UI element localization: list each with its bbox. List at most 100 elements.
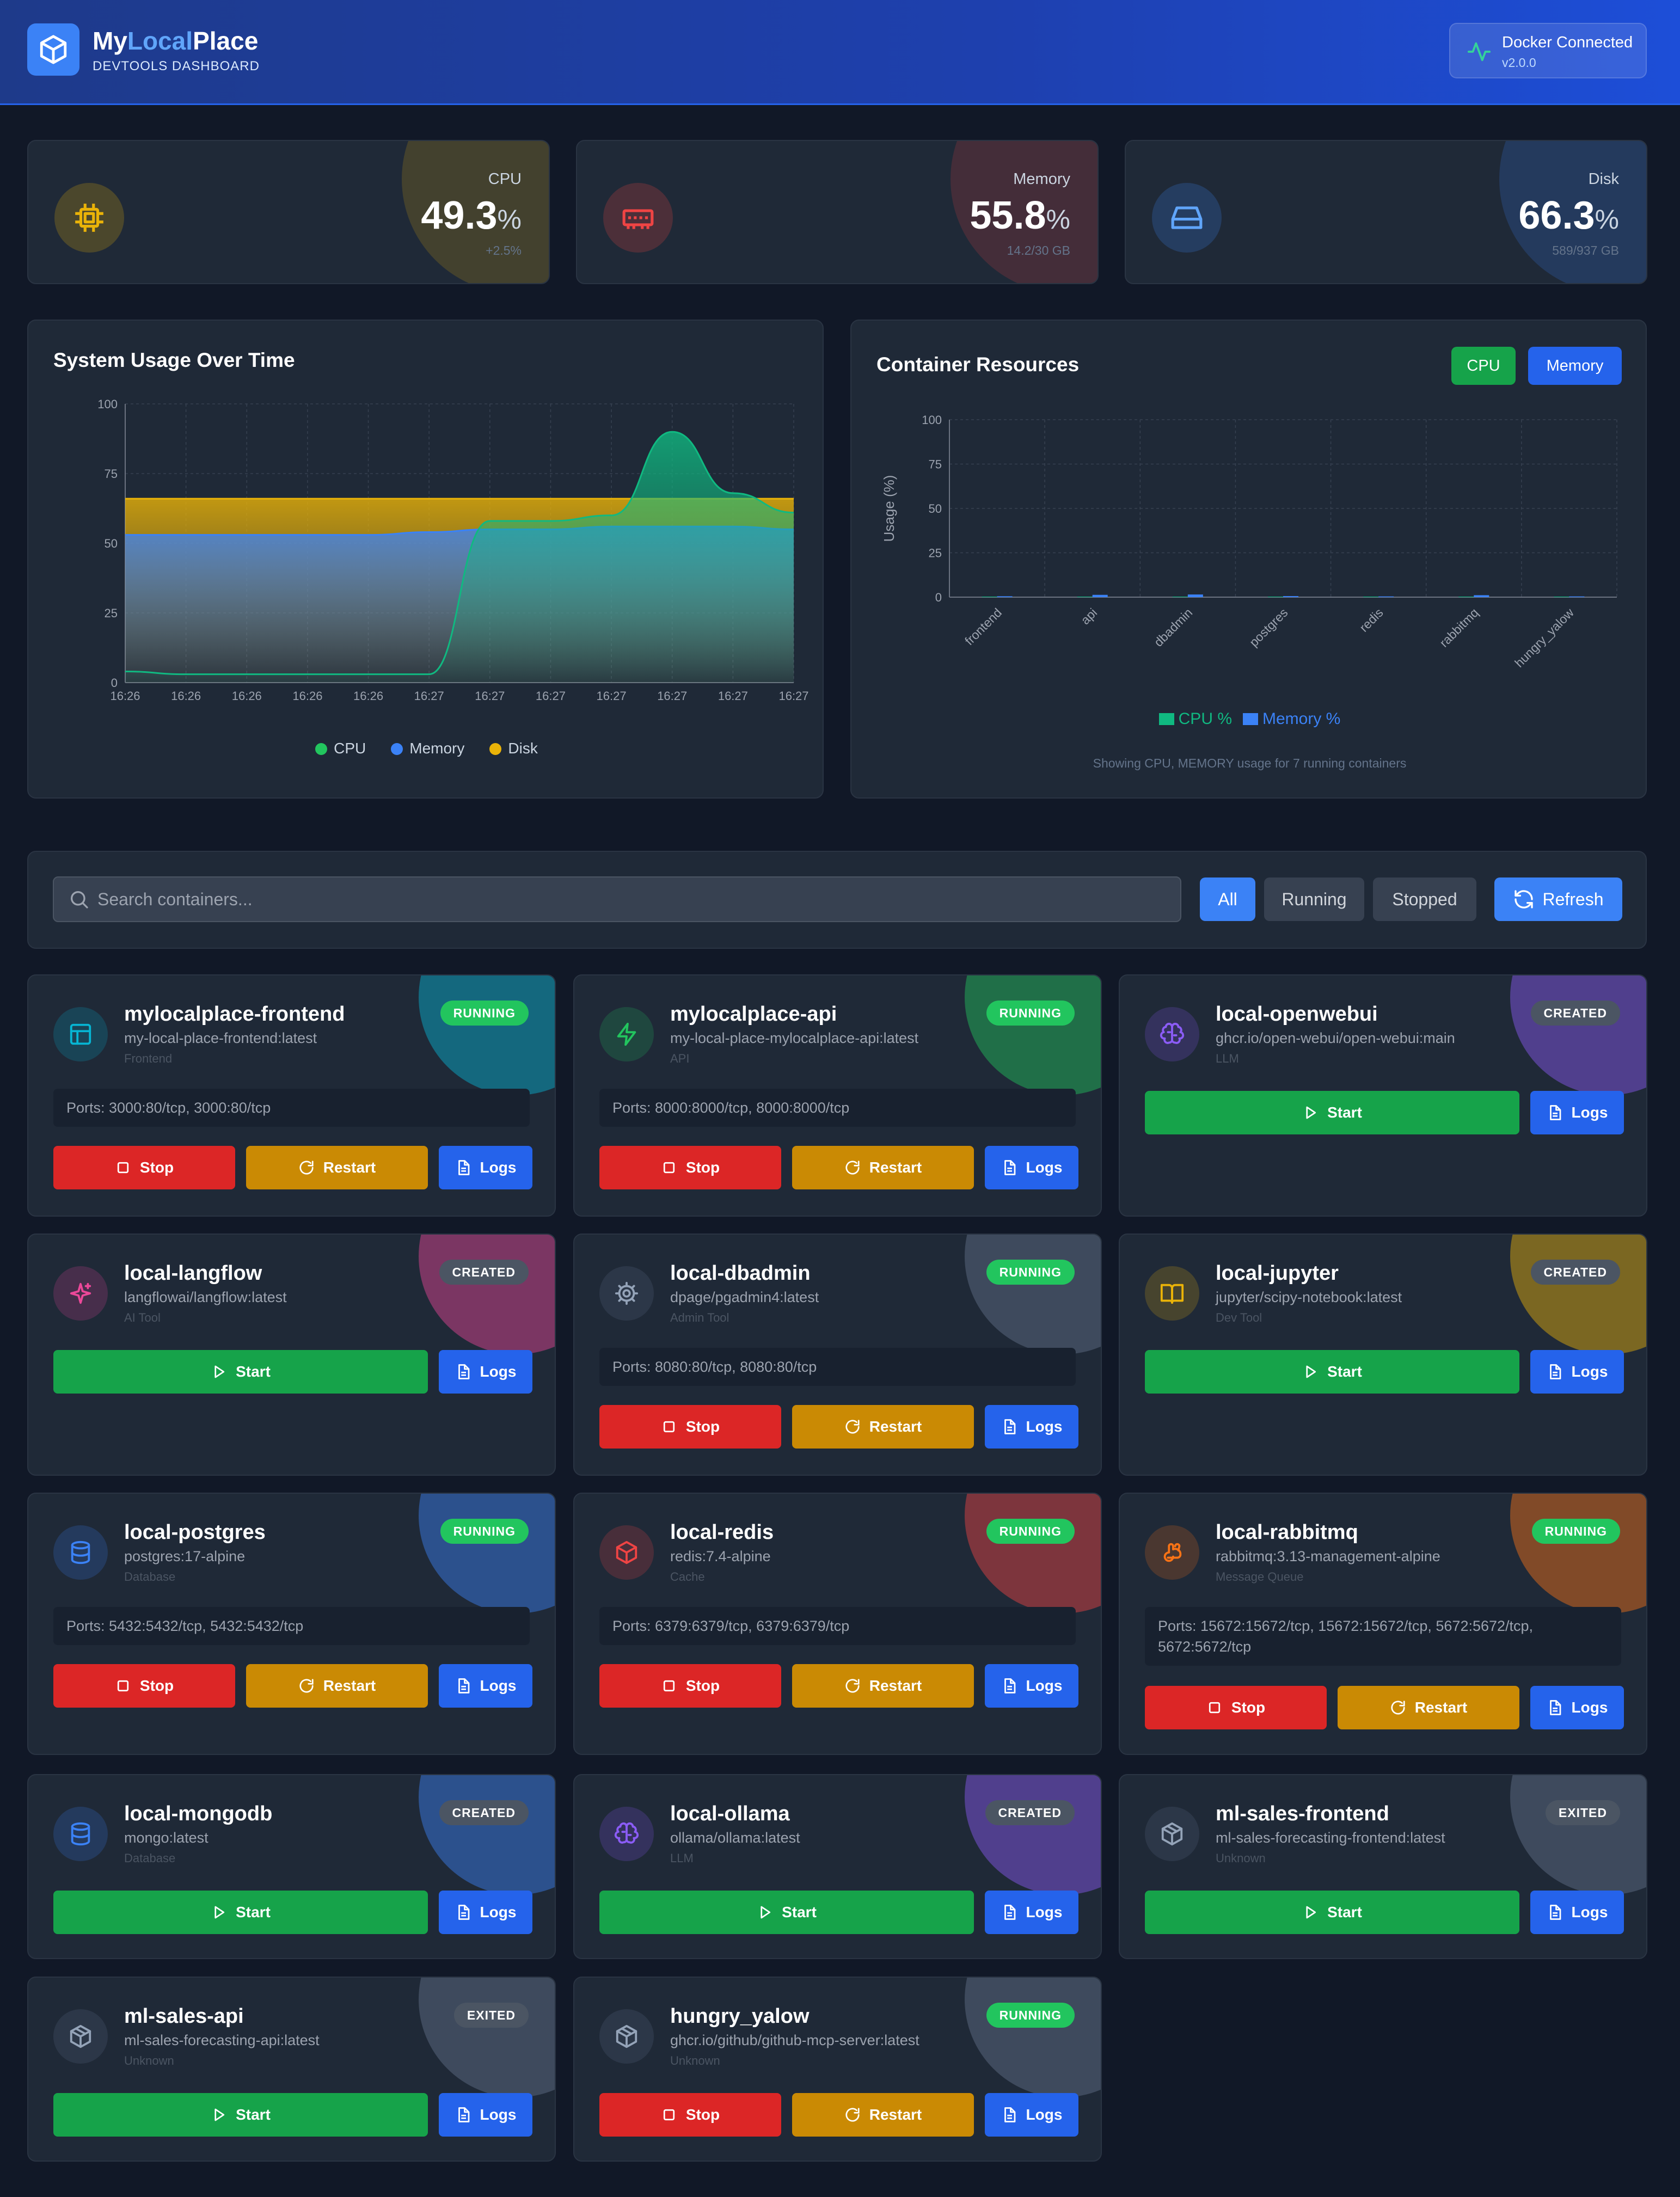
- container-name: hungry_yalow: [670, 2005, 810, 2028]
- logs-button[interactable]: Logs: [439, 1350, 532, 1394]
- restart-button[interactable]: Restart: [246, 1146, 428, 1189]
- stop-button[interactable]: Stop: [599, 1405, 781, 1449]
- legend-item-memory[interactable]: Memory: [391, 740, 464, 757]
- container-name: local-jupyter: [1216, 1262, 1339, 1285]
- stop-button[interactable]: Stop: [53, 1664, 235, 1708]
- stat-unit: %: [1595, 204, 1619, 235]
- logs-button[interactable]: Logs: [1530, 1686, 1624, 1729]
- legend-item-cpu[interactable]: CPU: [315, 740, 366, 757]
- stat-number: 49.3: [421, 194, 498, 237]
- play-icon: [214, 1906, 225, 1919]
- logs-button[interactable]: Logs: [1530, 1091, 1624, 1134]
- stop-button[interactable]: Stop: [53, 1146, 235, 1189]
- brand-part-my: My: [93, 27, 127, 55]
- refresh-button[interactable]: Refresh: [1494, 877, 1622, 921]
- brand-part-local: Local: [127, 27, 193, 55]
- logs-button[interactable]: Logs: [1530, 1350, 1624, 1394]
- container-name: local-mongodb: [124, 1802, 273, 1825]
- start-button[interactable]: Start: [1145, 1091, 1519, 1134]
- restart-button[interactable]: Restart: [792, 1146, 974, 1189]
- logs-button[interactable]: Logs: [985, 2093, 1078, 2137]
- start-button[interactable]: Start: [599, 1891, 974, 1934]
- container-image: mongo:latest: [124, 1830, 209, 1846]
- bar-memory[interactable]: [1187, 594, 1203, 597]
- stat-sub: 14.2/30 GB: [1007, 243, 1070, 257]
- legend-item-disk[interactable]: Disk: [489, 740, 538, 757]
- brain-icon: [599, 1807, 654, 1861]
- legend-item-memory[interactable]: Memory %: [1243, 710, 1340, 728]
- filter-stopped-button[interactable]: Stopped: [1373, 877, 1476, 921]
- bar-memory[interactable]: [1474, 595, 1489, 597]
- filter-running-button[interactable]: Running: [1264, 877, 1364, 921]
- stat-sub: +2.5%: [486, 243, 522, 257]
- y-tick-label: 100: [97, 397, 118, 411]
- start-button[interactable]: Start: [1145, 1350, 1519, 1394]
- restart-button[interactable]: Restart: [792, 1664, 974, 1708]
- container-image: ghcr.io/github/github-mcp-server:latest: [670, 2032, 919, 2048]
- stop-button[interactable]: Stop: [1145, 1686, 1327, 1729]
- stop-button[interactable]: Stop: [599, 1664, 781, 1708]
- restart-button[interactable]: Restart: [792, 1405, 974, 1449]
- stop-button[interactable]: Stop: [599, 2093, 781, 2137]
- decorative-blob: [419, 1978, 555, 2097]
- stop-button[interactable]: Stop: [599, 1146, 781, 1189]
- search-field[interactable]: [53, 876, 1181, 922]
- restart-button[interactable]: Restart: [246, 1664, 428, 1708]
- y-tick-label: 100: [922, 413, 942, 427]
- restart-button[interactable]: Restart: [1338, 1686, 1519, 1729]
- bar-memory[interactable]: [1092, 594, 1108, 597]
- cube-logo-icon: [40, 35, 67, 64]
- box-icon: [599, 2009, 654, 2064]
- restart-label: Restart: [323, 1159, 376, 1176]
- bolt-icon: [599, 1007, 654, 1061]
- start-button[interactable]: Start: [53, 1350, 428, 1394]
- ports-info: Ports: 3000:80/tcp, 3000:80/tcp: [53, 1089, 530, 1127]
- logs-label: Logs: [480, 1159, 517, 1176]
- logs-button[interactable]: Logs: [439, 1146, 532, 1189]
- search-input[interactable]: [97, 877, 1164, 921]
- logs-button[interactable]: Logs: [439, 1664, 532, 1708]
- database-icon: [53, 1525, 108, 1580]
- filter-all-button[interactable]: All: [1200, 877, 1255, 921]
- file-text-icon: [458, 1905, 469, 1920]
- restart-label: Restart: [869, 1677, 922, 1694]
- stat-card-disk: Disk 66.3% 589/937 GB: [1125, 140, 1647, 284]
- logs-button[interactable]: Logs: [439, 2093, 532, 2137]
- system-usage-chart: 0 25 50 75 100 16:26 16:26 16:26 16:26 16:26 16:27…: [97, 397, 808, 703]
- logs-button[interactable]: Logs: [985, 1146, 1078, 1189]
- legend-label: Disk: [508, 740, 538, 757]
- play-icon: [761, 1906, 771, 1919]
- bar-memory[interactable]: [1283, 596, 1298, 597]
- activity-icon: [1467, 42, 1491, 62]
- start-button[interactable]: Start: [1145, 1891, 1519, 1934]
- container-category: Frontend: [124, 1052, 173, 1065]
- x-tick-label: 16:26: [171, 689, 201, 703]
- start-label: Start: [236, 1904, 271, 1920]
- logs-button[interactable]: Logs: [985, 1405, 1078, 1449]
- stat-label: Disk: [1588, 170, 1619, 188]
- container-category: Admin Tool: [670, 1311, 729, 1324]
- start-label: Start: [236, 2106, 271, 2123]
- logs-label: Logs: [1571, 1904, 1608, 1920]
- file-text-icon: [1004, 2107, 1015, 2122]
- start-button[interactable]: Start: [53, 2093, 428, 2137]
- logs-button[interactable]: Logs: [439, 1891, 532, 1934]
- start-button[interactable]: Start: [53, 1891, 428, 1934]
- gear-icon: [599, 1266, 654, 1321]
- legend-item-cpu[interactable]: CPU %: [1158, 710, 1232, 728]
- logs-button[interactable]: Logs: [985, 1891, 1078, 1934]
- container-image: my-local-place-mylocalplace-api:latest: [670, 1030, 919, 1046]
- container-image: dpage/pgadmin4:latest: [670, 1289, 819, 1305]
- status-badge: CREATED: [1530, 1001, 1620, 1026]
- logs-button[interactable]: Logs: [985, 1664, 1078, 1708]
- logs-button[interactable]: Logs: [1530, 1891, 1624, 1934]
- restart-button[interactable]: Restart: [792, 2093, 974, 2137]
- decorative-blob: [419, 1235, 555, 1354]
- container-category: Cache: [670, 1570, 705, 1584]
- y-tick-label: 75: [929, 458, 942, 471]
- bar-memory[interactable]: [997, 596, 1013, 597]
- container-category: LLM: [1216, 1052, 1239, 1065]
- x-tick-label: redis: [1357, 605, 1386, 635]
- play-icon: [1306, 1906, 1316, 1919]
- decorative-blob: [965, 1235, 1101, 1354]
